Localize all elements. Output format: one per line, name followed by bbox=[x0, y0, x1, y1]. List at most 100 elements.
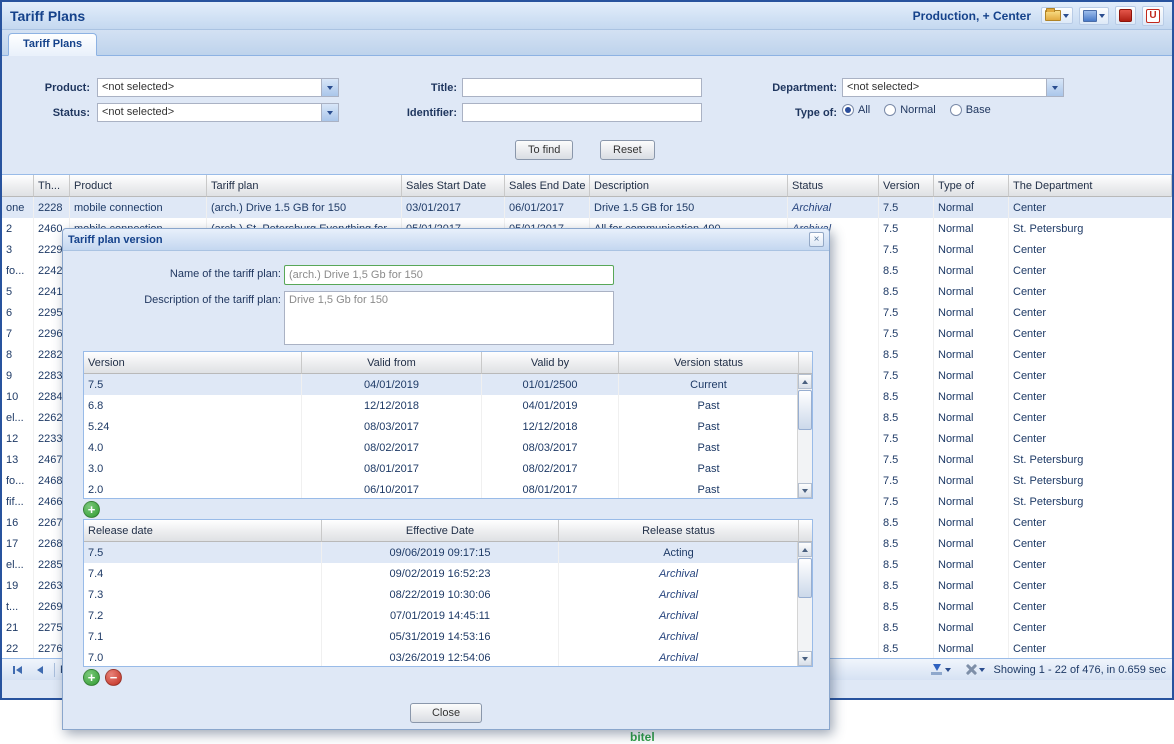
scroll-up-button[interactable] bbox=[798, 542, 812, 557]
find-button[interactable]: To find bbox=[515, 140, 573, 160]
column-header[interactable]: Type of bbox=[934, 175, 1009, 197]
column-header[interactable]: Valid from bbox=[302, 352, 482, 374]
scroll-down-button[interactable] bbox=[798, 651, 812, 666]
dropdown-trigger[interactable] bbox=[321, 104, 338, 121]
cell: 7.5 bbox=[879, 323, 934, 344]
table-row[interactable]: 7.308/22/2019 10:30:06Archival bbox=[84, 584, 812, 605]
modules-menu-button[interactable] bbox=[1079, 7, 1109, 25]
title-input[interactable] bbox=[462, 78, 702, 97]
close-icon[interactable]: × bbox=[809, 232, 824, 247]
environment-label: Production, + Center bbox=[913, 9, 1031, 23]
table-row[interactable]: 2.006/10/201708/01/2017Past bbox=[84, 479, 812, 499]
column-header[interactable]: Product bbox=[70, 175, 207, 197]
table-row[interactable]: 7.105/31/2019 14:53:16Archival bbox=[84, 626, 812, 647]
tools-button[interactable] bbox=[960, 660, 989, 679]
column-header[interactable]: Version bbox=[879, 175, 934, 197]
tariff-name-input[interactable] bbox=[284, 265, 614, 285]
scroll-up-button[interactable] bbox=[798, 374, 812, 389]
cell: Normal bbox=[934, 197, 1009, 218]
cell: Center bbox=[1009, 386, 1172, 407]
cell: 03/26/2019 12:54:06 bbox=[322, 647, 559, 667]
column-header[interactable]: Effective Date bbox=[322, 520, 559, 542]
column-header[interactable] bbox=[2, 175, 34, 197]
product-label: Product: bbox=[2, 80, 90, 96]
cell: 19 bbox=[2, 575, 34, 596]
table-row[interactable]: one2228mobile connection(arch.) Drive 1.… bbox=[2, 197, 1172, 218]
add-version-button[interactable]: + bbox=[83, 501, 100, 518]
logout-button[interactable]: U bbox=[1142, 6, 1164, 26]
cell: Normal bbox=[934, 407, 1009, 428]
scrollbar-thumb[interactable] bbox=[798, 558, 812, 598]
cell: 12/12/2018 bbox=[302, 395, 482, 416]
table-row[interactable]: 7.207/01/2019 14:45:11Archival bbox=[84, 605, 812, 626]
column-header[interactable]: Release date bbox=[84, 520, 322, 542]
table-row[interactable]: 5.2408/03/201712/12/2018Past bbox=[84, 416, 812, 437]
cell: Normal bbox=[934, 302, 1009, 323]
folder-menu-button[interactable] bbox=[1041, 7, 1073, 24]
tariff-description-textarea[interactable]: Drive 1,5 Gb for 150 bbox=[284, 291, 614, 345]
column-header[interactable]: Valid by bbox=[482, 352, 619, 374]
cell: Center bbox=[1009, 617, 1172, 638]
table-row[interactable]: 7.409/02/2019 16:52:23Archival bbox=[84, 563, 812, 584]
cell: 08/01/2017 bbox=[482, 479, 619, 499]
dropdown-trigger[interactable] bbox=[1046, 79, 1063, 96]
vertical-scrollbar[interactable] bbox=[797, 374, 812, 498]
column-header[interactable]: Version status bbox=[619, 352, 799, 374]
vertical-scrollbar[interactable] bbox=[797, 542, 812, 666]
column-header[interactable]: Sales End Date bbox=[505, 175, 590, 197]
chevron-down-icon bbox=[979, 668, 985, 672]
remove-release-button[interactable]: − bbox=[105, 669, 122, 686]
radio-label: Normal bbox=[900, 104, 935, 116]
add-release-button[interactable]: + bbox=[83, 669, 100, 686]
tab-tariff-plans[interactable]: Tariff Plans bbox=[8, 33, 97, 56]
cell: 12 bbox=[2, 428, 34, 449]
type-of-radio-all[interactable]: All bbox=[842, 104, 870, 116]
cell: Normal bbox=[934, 491, 1009, 512]
prev-page-button[interactable] bbox=[31, 662, 49, 678]
dialog-close-button[interactable]: Close bbox=[410, 703, 482, 723]
table-row[interactable]: 4.008/02/201708/03/2017Past bbox=[84, 437, 812, 458]
scroll-down-button[interactable] bbox=[798, 483, 812, 498]
cell: 5.24 bbox=[84, 416, 302, 437]
type-of-radio-normal[interactable]: Normal bbox=[884, 104, 935, 116]
column-header[interactable]: The Department bbox=[1009, 175, 1172, 197]
cell: Archival bbox=[559, 584, 799, 605]
type-of-radio-base[interactable]: Base bbox=[950, 104, 991, 116]
cell: Center bbox=[1009, 533, 1172, 554]
export-button[interactable] bbox=[926, 660, 955, 679]
dialog-title: Tariff plan version bbox=[68, 234, 163, 246]
cell: 7.1 bbox=[84, 626, 322, 647]
favorites-button[interactable] bbox=[1115, 6, 1136, 25]
cell: Normal bbox=[934, 260, 1009, 281]
table-row[interactable]: 7.504/01/201901/01/2500Current bbox=[84, 374, 812, 395]
cell: Past bbox=[619, 395, 799, 416]
column-header[interactable]: Version bbox=[84, 352, 302, 374]
cell: Center bbox=[1009, 596, 1172, 617]
column-header[interactable]: Tariff plan bbox=[207, 175, 402, 197]
product-select[interactable]: <not selected> bbox=[97, 78, 339, 97]
column-header[interactable]: Status bbox=[788, 175, 879, 197]
cell: Normal bbox=[934, 323, 1009, 344]
reset-button[interactable]: Reset bbox=[600, 140, 655, 160]
table-row[interactable]: 6.812/12/201804/01/2019Past bbox=[84, 395, 812, 416]
cell: Normal bbox=[934, 365, 1009, 386]
dropdown-trigger[interactable] bbox=[321, 79, 338, 96]
dialog-titlebar[interactable]: Tariff plan version × bbox=[63, 229, 829, 251]
table-row[interactable]: 7.003/26/2019 12:54:06Archival bbox=[84, 647, 812, 667]
column-header[interactable]: Description bbox=[590, 175, 788, 197]
scrollbar-thumb[interactable] bbox=[798, 390, 812, 430]
column-header[interactable]: Th... bbox=[34, 175, 70, 197]
table-row[interactable]: 3.008/01/201708/02/2017Past bbox=[84, 458, 812, 479]
status-select[interactable]: <not selected> bbox=[97, 103, 339, 122]
cell: Past bbox=[619, 479, 799, 499]
name-label: Name of the tariff plan: bbox=[71, 268, 281, 280]
department-select[interactable]: <not selected> bbox=[842, 78, 1064, 97]
column-header[interactable]: Release status bbox=[559, 520, 799, 542]
first-page-button[interactable] bbox=[8, 662, 26, 678]
cell: t... bbox=[2, 596, 34, 617]
arrow-up-icon bbox=[802, 380, 808, 384]
table-row[interactable]: 7.509/06/2019 09:17:15Acting bbox=[84, 542, 812, 563]
cell: fif... bbox=[2, 491, 34, 512]
identifier-input[interactable] bbox=[462, 103, 702, 122]
column-header[interactable]: Sales Start Date bbox=[402, 175, 505, 197]
